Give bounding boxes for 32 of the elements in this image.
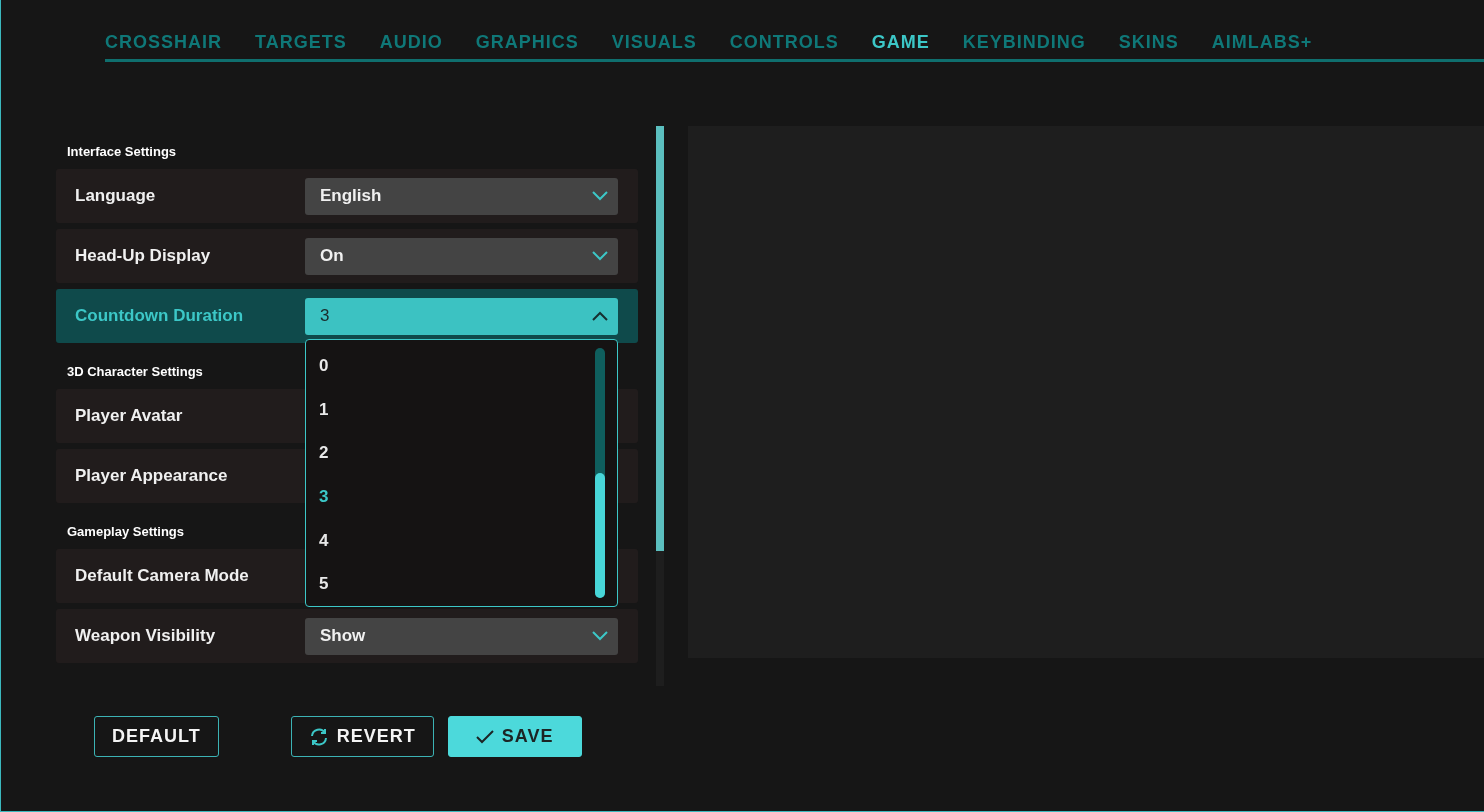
dropdown-option[interactable]: 1 [319, 387, 329, 432]
setting-label: Default Camera Mode [75, 566, 249, 586]
default-button[interactable]: DEFAULT [94, 716, 219, 757]
section-title: Gameplay Settings [67, 524, 185, 539]
setting-label: Player Avatar [75, 406, 183, 426]
scrollbar-thumb[interactable] [656, 126, 664, 551]
chevron-up-icon [592, 311, 608, 321]
setting-label: Head-Up Display [75, 246, 211, 266]
save-button[interactable]: SAVE [447, 716, 582, 757]
setting-label: Language [75, 186, 156, 206]
setting-label: Countdown Duration [75, 306, 244, 326]
setting-label: Player Appearance [75, 466, 228, 486]
refresh-icon [308, 726, 329, 747]
dropdown-option[interactable]: 4 [319, 518, 329, 563]
dropdown-select[interactable]: On [305, 237, 618, 275]
dropdown-select[interactable]: Show [305, 617, 618, 655]
dropdown-select[interactable]: 3 [305, 297, 618, 335]
dropdown-option[interactable]: 5 [319, 562, 329, 607]
chevron-down-icon [592, 191, 608, 201]
dropdown-select[interactable]: English [305, 177, 618, 215]
setting-label: Weapon Visibility [75, 626, 216, 646]
dropdown-option[interactable]: 0 [319, 344, 329, 388]
checkmark-icon [475, 729, 494, 744]
section-title: 3D Character Settings [67, 364, 203, 379]
chevron-down-icon [592, 251, 608, 261]
revert-button[interactable]: REVERT [290, 716, 434, 757]
dropdown-option[interactable]: 3 [319, 475, 329, 519]
section-title: Interface Settings [67, 144, 177, 159]
tab[interactable]: GAME [871, 32, 930, 53]
menu-scrollbar-thumb[interactable] [595, 473, 605, 598]
chevron-down-icon [592, 631, 608, 641]
dropdown-option[interactable]: 2 [319, 431, 329, 475]
